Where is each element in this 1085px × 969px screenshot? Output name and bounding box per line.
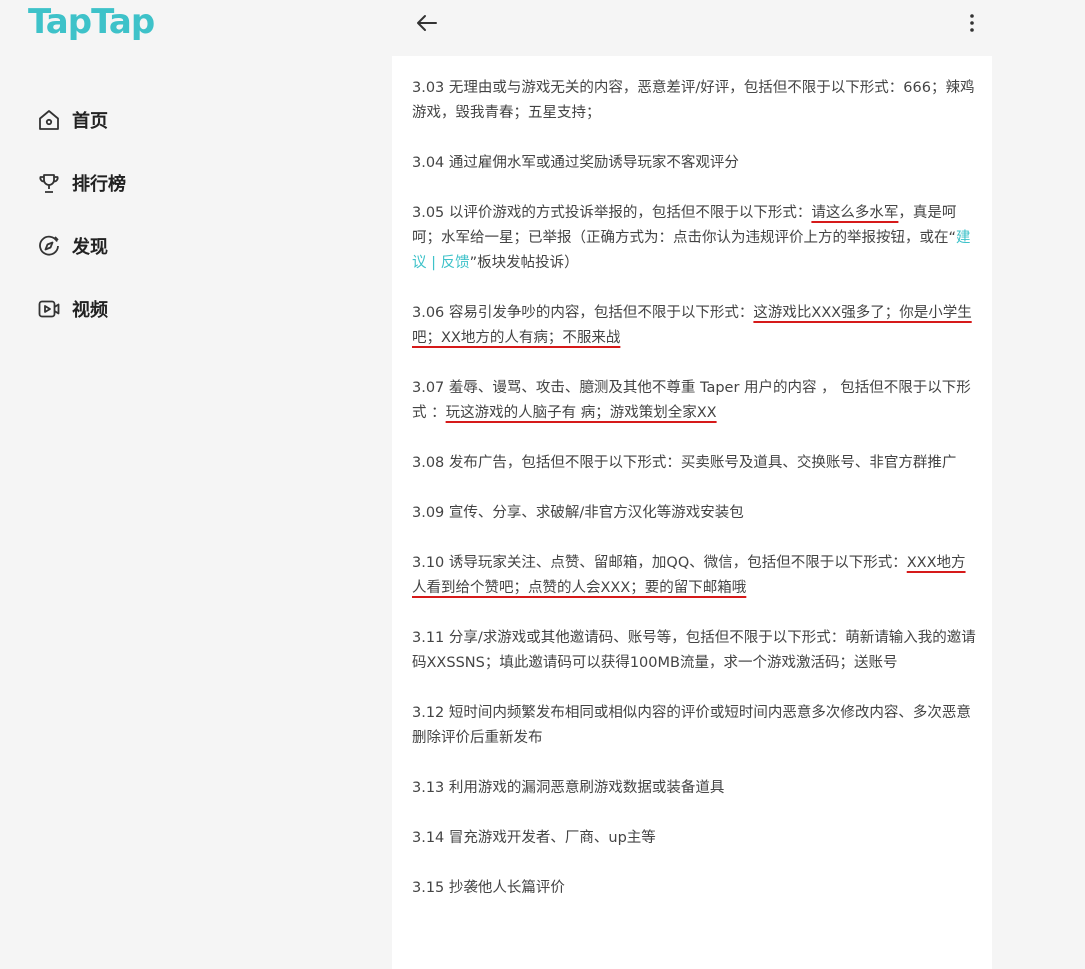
rule-item: 3.10 诱导玩家关注、点赞、留邮箱，加QQ、微信，包括但不限于以下形式：XXX…: [412, 555, 966, 596]
video-icon: [36, 296, 62, 322]
rule-item: 3.15 抄袭他人长篇评价: [412, 880, 565, 896]
rule-item: 3.11 分享/求游戏或其他邀请码、账号等，包括但不限于以下形式：萌新请输入我的…: [412, 630, 976, 671]
highlighted-example: 玩这游戏的人脑子有 病；游戏策划全家XX: [445, 405, 717, 421]
rules-list: 3.03 无理由或与游戏无关的内容，恶意差评/好评，包括但不限于以下形式：666…: [412, 76, 978, 926]
rule-item: 3.14 冒充游戏开发者、厂商、up主等: [412, 830, 656, 846]
sidebar-item-label: 视频: [72, 299, 108, 321]
rule-item: 3.09 宣传、分享、求破解/非官方汉化等游戏安装包: [412, 505, 744, 521]
home-icon: [36, 107, 62, 133]
compass-icon: [36, 233, 62, 259]
sidebar-item-discover[interactable]: 发现: [36, 214, 126, 277]
sidebar-item-label: 排行榜: [72, 173, 126, 195]
more-vertical-icon[interactable]: [960, 10, 984, 36]
sidebar-item-home[interactable]: 首页: [36, 88, 126, 151]
taptap-logo[interactable]: TapTap: [28, 2, 155, 42]
rule-item: 3.13 利用游戏的漏洞恶意刷游戏数据或装备道具: [412, 780, 725, 796]
sidebar-item-ranking[interactable]: 排行榜: [36, 151, 126, 214]
rule-item: 3.08 发布广告，包括但不限于以下形式：买卖账号及道具、交换账号、非官方群推广: [412, 455, 957, 471]
sidebar-item-label: 发现: [72, 236, 108, 258]
highlighted-example: 请这么多水军: [811, 205, 899, 221]
rule-item: 3.12 短时间内频繁发布相同或相似内容的评价或短时间内恶意多次修改内容、多次恶…: [412, 705, 971, 746]
rule-item: 3.04 通过雇佣水军或通过奖励诱导玩家不客观评分: [412, 155, 739, 171]
sidebar-nav: 首页 排行榜 发现 视频: [36, 88, 126, 340]
arrow-left-icon[interactable]: [414, 10, 440, 36]
sidebar-item-video[interactable]: 视频: [36, 277, 126, 340]
rule-item: 3.05 以评价游戏的方式投诉举报的，包括但不限于以下形式：请这么多水军，真是呵…: [412, 205, 971, 271]
rules-panel: 3.03 无理由或与游戏无关的内容，恶意差评/好评，包括但不限于以下形式：666…: [392, 56, 992, 969]
rule-item: 3.06 容易引发争吵的内容，包括但不限于以下形式：这游戏比XXX强多了；你是小…: [412, 305, 972, 346]
rule-item: 3.03 无理由或与游戏无关的内容，恶意差评/好评，包括但不限于以下形式：666…: [412, 80, 975, 121]
trophy-icon: [36, 170, 62, 196]
sidebar-item-label: 首页: [72, 110, 108, 132]
rule-item: 3.07 羞辱、谩骂、攻击、臆测及其他不尊重 Taper 用户的内容 ， 包括但…: [412, 380, 971, 421]
